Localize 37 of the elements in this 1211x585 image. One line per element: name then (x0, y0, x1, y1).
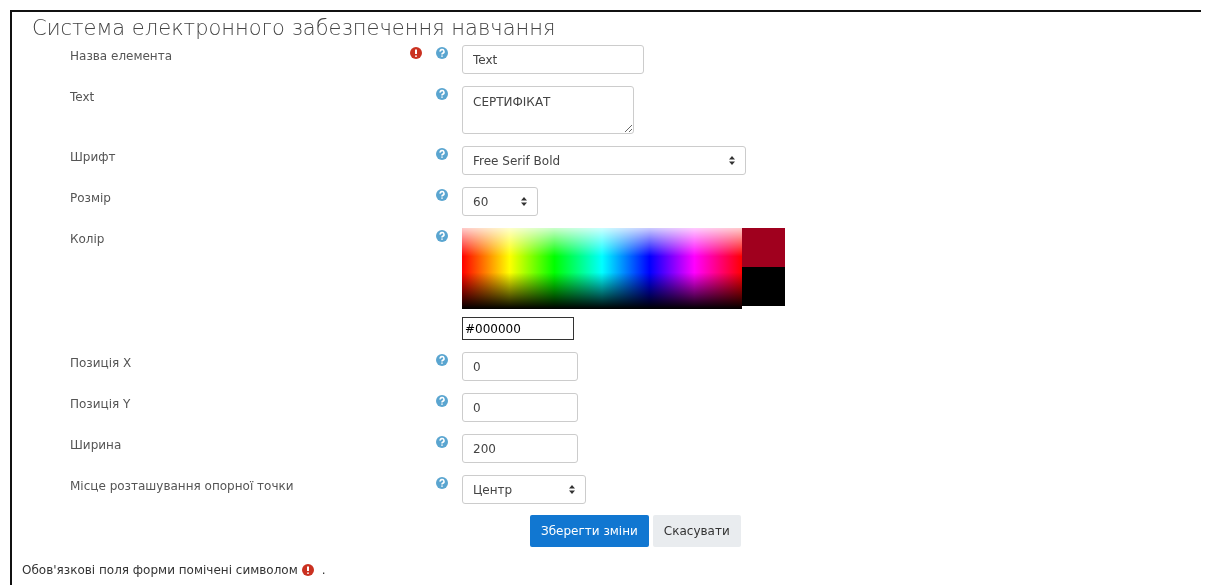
select-dropdown[interactable]: Free Serif Bold (462, 146, 746, 175)
number-input[interactable]: 0 (462, 393, 578, 422)
select-dropdown[interactable]: Центр (462, 475, 586, 504)
help-icon[interactable] (436, 189, 448, 201)
sort-caret-icon (729, 156, 735, 165)
field-label: Позиція Y (69, 396, 132, 413)
field-label: Колір (69, 231, 106, 248)
field-label: Text (69, 89, 96, 106)
number-input[interactable]: 0 (462, 352, 578, 381)
required-note: Обов'язкові поля форми помічені символом (22, 562, 298, 579)
cancel-button[interactable]: Скасувати (652, 515, 741, 547)
field-label: Назва елемента (69, 48, 174, 65)
text-input[interactable]: Text (462, 45, 644, 74)
hex-input[interactable]: #000000 (462, 317, 574, 340)
help-icon[interactable] (436, 230, 448, 242)
help-icon[interactable] (436, 477, 448, 489)
text-area[interactable]: СЕРТИФІКАТ (462, 86, 634, 134)
field-label: Розмір (69, 190, 112, 207)
field-label: Місце розташування опорної точки (69, 478, 295, 495)
help-icon[interactable] (436, 148, 448, 160)
required-icon (301, 564, 314, 576)
help-icon[interactable] (436, 354, 448, 366)
help-icon[interactable] (436, 436, 448, 448)
field-label: Ширина (69, 437, 123, 454)
help-icon[interactable] (436, 395, 448, 407)
select-dropdown[interactable]: 60 (462, 187, 538, 216)
field-label: Позиція X (69, 355, 133, 372)
field-label: Шрифт (69, 149, 117, 166)
number-input[interactable]: 200 (462, 434, 578, 463)
sort-caret-icon (569, 485, 575, 494)
help-icon[interactable] (436, 47, 448, 59)
color-spectrum[interactable] (462, 228, 742, 309)
sort-caret-icon (521, 197, 527, 206)
period-text: . (321, 562, 326, 579)
help-icon[interactable] (436, 88, 448, 100)
page-title: Система електронного забезпечення навчання (32, 18, 557, 39)
save-button[interactable]: Зберегти зміни (530, 515, 649, 547)
